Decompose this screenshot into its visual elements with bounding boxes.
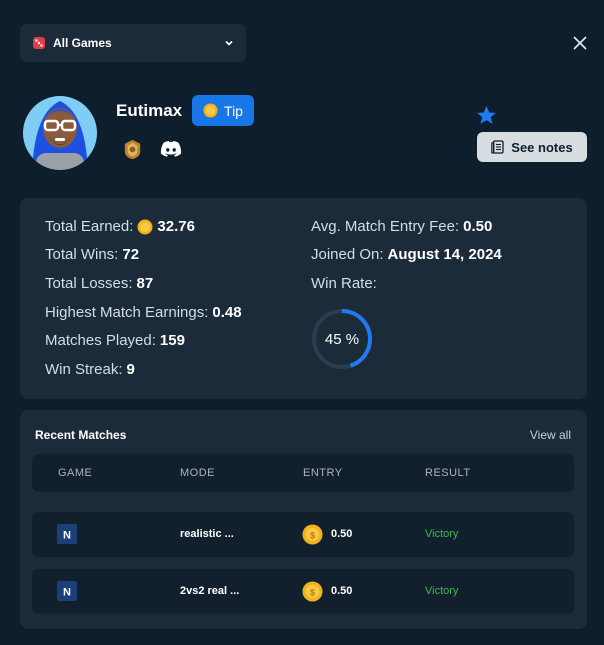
column-header-game: GAME <box>58 467 93 479</box>
stat-label: Avg. Match Entry Fee: <box>311 218 460 235</box>
match-entry: 0.50 <box>331 585 353 597</box>
see-notes-label: See notes <box>511 139 573 155</box>
stat-total-wins: Total Wins: 72 <box>45 246 139 263</box>
notes-icon <box>491 140 504 154</box>
svg-text:N: N <box>63 587 71 599</box>
svg-text:$: $ <box>310 530 316 541</box>
column-header-mode: MODE <box>180 467 215 479</box>
stat-total-losses: Total Losses: 87 <box>45 275 153 292</box>
view-all-link[interactable]: View all <box>530 428 571 442</box>
table-row[interactable]: N realistic ... $ 0.50 Victory <box>32 512 574 557</box>
star-icon[interactable] <box>476 105 497 126</box>
stat-label: Total Wins: <box>45 246 119 263</box>
stat-value: 87 <box>136 275 154 292</box>
coin-icon <box>137 219 153 234</box>
see-notes-button[interactable]: See notes <box>477 132 587 162</box>
stat-matches-played: Matches Played: 159 <box>45 332 185 349</box>
match-mode: 2vs2 real ... <box>180 585 240 597</box>
stats-card: Total Earned: 32.76 Total Wins: 72 Total… <box>20 198 587 399</box>
username: Eutimax <box>116 101 183 120</box>
coin-icon <box>203 103 218 118</box>
rank-badge-icon <box>124 139 141 160</box>
stat-value: 0.50 <box>463 218 493 235</box>
chevron-down-icon <box>225 40 233 46</box>
stat-value: 72 <box>122 246 140 263</box>
svg-text:$: $ <box>310 587 316 598</box>
stat-win-streak: Win Streak: 9 <box>45 361 135 378</box>
match-result: Victory <box>425 528 459 540</box>
match-mode: realistic ... <box>180 528 234 540</box>
stat-label: Total Earned: <box>45 218 134 235</box>
stat-value: 32.76 <box>157 218 195 235</box>
column-header-entry: ENTRY <box>303 467 343 479</box>
tip-button-label: Tip <box>224 102 243 119</box>
dice-icon <box>33 37 45 49</box>
game-selector-label: All Games <box>53 36 112 50</box>
game-selector-dropdown[interactable]: All Games <box>20 24 246 62</box>
stat-win-rate: Win Rate: <box>311 275 377 292</box>
stat-label: Win Rate: <box>311 275 377 292</box>
game-logo-icon: N <box>57 524 77 544</box>
coin-icon: $ <box>302 581 323 602</box>
stat-label: Matches Played: <box>45 332 156 349</box>
stat-label: Highest Match Earnings: <box>45 304 209 321</box>
stat-value: 159 <box>159 332 185 349</box>
stat-value: August 14, 2024 <box>387 246 502 263</box>
discord-icon[interactable] <box>160 140 182 158</box>
stat-joined-on: Joined On: August 14, 2024 <box>311 246 502 263</box>
stat-highest-earnings: Highest Match Earnings: 0.48 <box>45 304 242 321</box>
game-logo-icon: N <box>57 581 77 601</box>
tip-button[interactable]: Tip <box>192 95 254 126</box>
stat-label: Win Streak: <box>45 361 123 378</box>
recent-matches-card: Recent Matches View all GAME MODE ENTRY … <box>20 410 587 629</box>
stat-label: Joined On: <box>311 246 384 263</box>
stat-value: 0.48 <box>212 304 242 321</box>
close-icon[interactable] <box>571 34 589 52</box>
match-entry: 0.50 <box>331 528 353 540</box>
stat-entry-fee: Avg. Match Entry Fee: 0.50 <box>311 218 492 235</box>
win-rate-value: 45 % <box>324 330 360 348</box>
column-header-result: RESULT <box>425 467 471 479</box>
stat-label: Total Losses: <box>45 275 133 292</box>
table-header: GAME MODE ENTRY RESULT <box>32 454 574 492</box>
coin-icon: $ <box>302 524 323 545</box>
svg-text:N: N <box>63 530 71 542</box>
recent-matches-title: Recent Matches <box>35 428 127 442</box>
stat-total-earned: Total Earned: 32.76 <box>45 218 195 235</box>
table-row[interactable]: N 2vs2 real ... $ 0.50 Victory <box>32 569 574 614</box>
avatar <box>23 96 97 170</box>
match-result: Victory <box>425 585 459 597</box>
stat-value: 9 <box>126 361 135 378</box>
